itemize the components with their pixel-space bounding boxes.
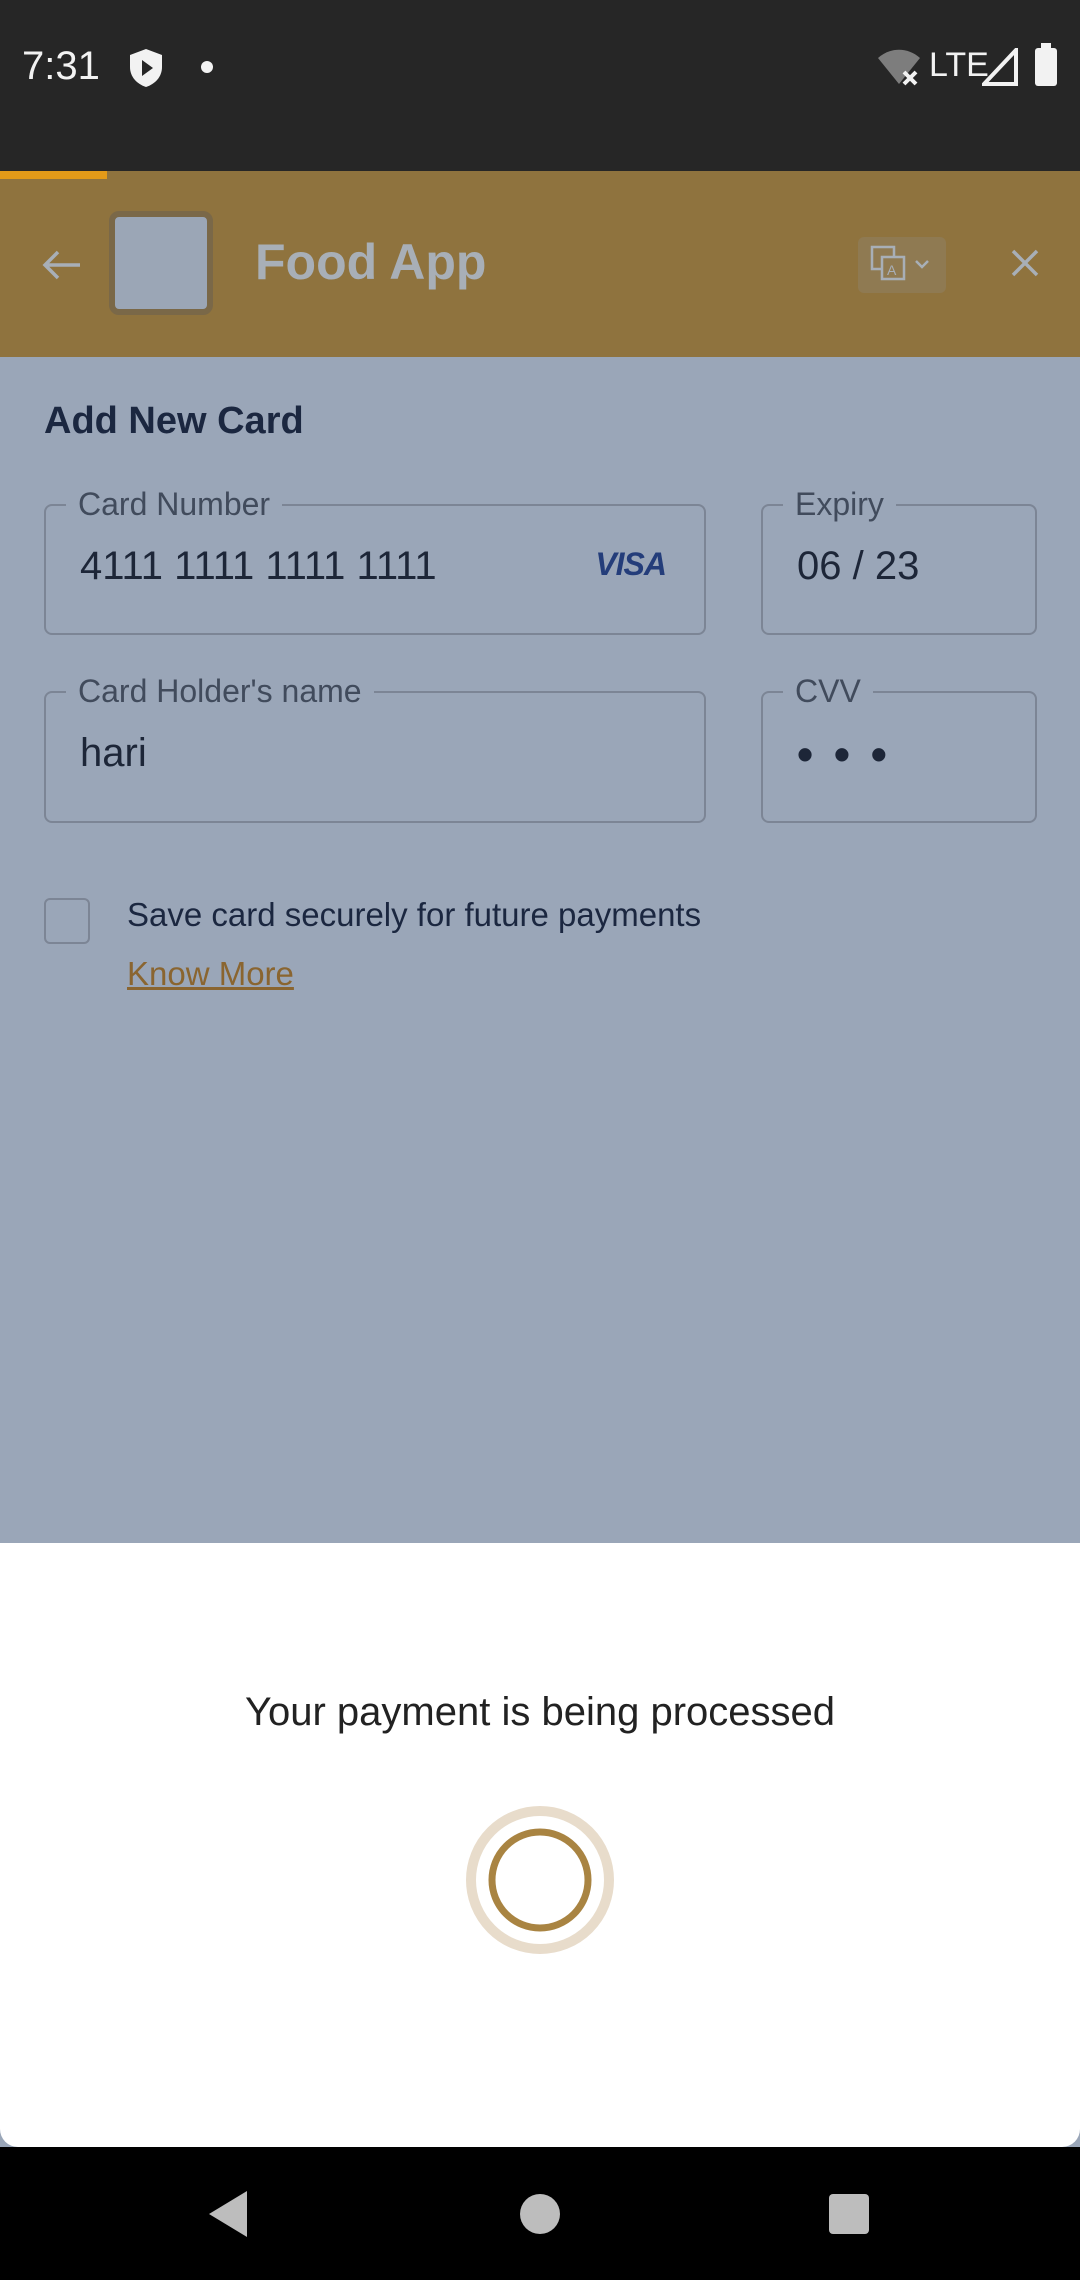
shield-play-icon bbox=[130, 49, 162, 87]
nav-recents-icon[interactable] bbox=[829, 2194, 869, 2234]
card-number-value: 4111 1111 1111 1111 bbox=[80, 544, 437, 588]
wifi-off-icon bbox=[878, 49, 920, 86]
nav-home-icon[interactable] bbox=[520, 2194, 560, 2234]
save-card-checkbox[interactable] bbox=[44, 898, 90, 944]
know-more-link[interactable]: Know More bbox=[127, 955, 294, 993]
language-selector[interactable]: A bbox=[858, 237, 946, 293]
card-holder-label: Card Holder's name bbox=[66, 673, 374, 709]
form-title: Add New Card bbox=[44, 400, 304, 442]
card-number-label: Card Number bbox=[66, 486, 283, 522]
processing-message: Your payment is being processed bbox=[245, 1690, 835, 1734]
expiry-value: 06 / 23 bbox=[797, 544, 920, 588]
status-bar: 7:31 LTE bbox=[0, 0, 1080, 171]
network-type: LTE bbox=[929, 46, 989, 84]
save-card-label: Save card securely for future payments bbox=[127, 896, 702, 933]
card-holder-value: hari bbox=[80, 731, 147, 775]
signal-icon bbox=[982, 48, 1018, 86]
notification-dot-icon bbox=[201, 61, 213, 73]
cvv-field[interactable]: CVV • • • bbox=[761, 673, 1037, 823]
app-header: Food App A bbox=[0, 171, 1080, 357]
loading-progress-bar bbox=[0, 171, 107, 179]
merchant-logo bbox=[109, 211, 213, 315]
system-nav-bar bbox=[0, 2147, 1080, 2280]
processing-sheet: Your payment is being processed bbox=[0, 1543, 1080, 2147]
expiry-label: Expiry bbox=[783, 486, 896, 522]
cvv-value: • • • bbox=[797, 728, 891, 780]
loading-spinner-icon bbox=[466, 1806, 614, 1954]
status-time: 7:31 bbox=[22, 44, 100, 88]
visa-logo-icon: VISA bbox=[595, 546, 667, 582]
expiry-field[interactable]: Expiry 06 / 23 bbox=[761, 486, 1037, 635]
close-icon[interactable] bbox=[1005, 243, 1045, 283]
card-number-field[interactable]: Card Number 4111 1111 1111 1111 VISA bbox=[44, 486, 706, 635]
nav-back-icon[interactable] bbox=[205, 2189, 251, 2239]
svg-text:A: A bbox=[887, 262, 897, 278]
merchant-name: Food App bbox=[255, 234, 487, 290]
translate-icon: A bbox=[870, 245, 929, 281]
battery-icon bbox=[1035, 43, 1057, 86]
cvv-label: CVV bbox=[783, 673, 873, 709]
arrow-left-icon[interactable] bbox=[40, 243, 84, 287]
card-holder-field[interactable]: Card Holder's name hari bbox=[44, 673, 706, 823]
